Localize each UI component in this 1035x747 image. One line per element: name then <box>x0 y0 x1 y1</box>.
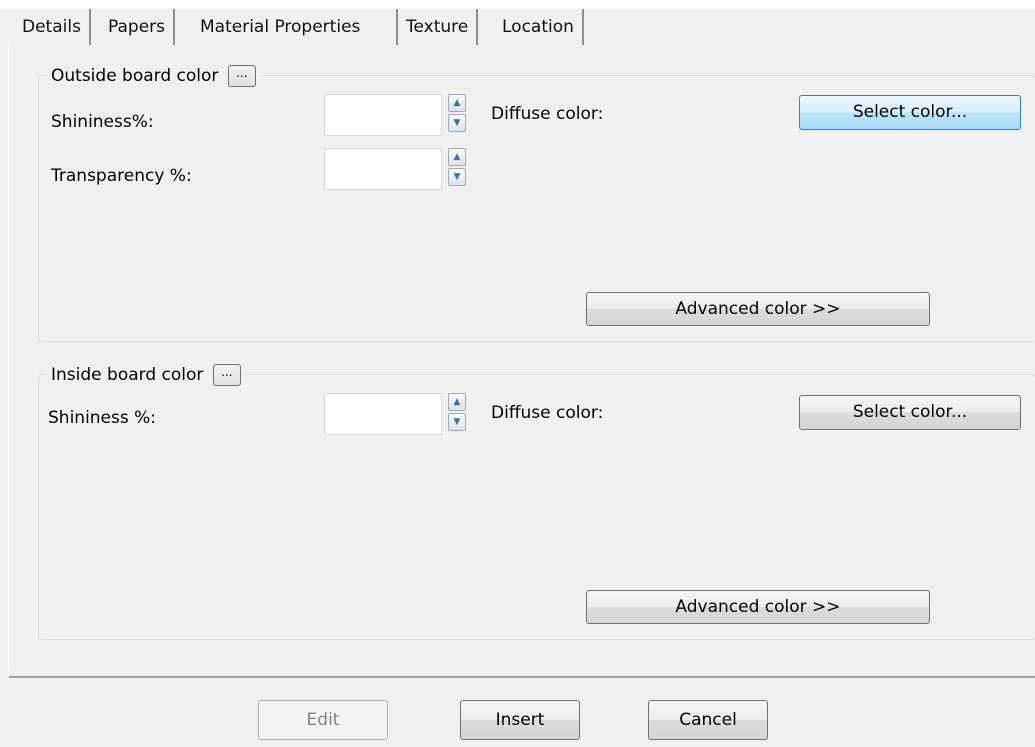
inside-shininess-input[interactable] <box>324 393 442 435</box>
outside-board-color-legend: Outside board color ... <box>47 64 260 88</box>
tab-material-properties[interactable]: Material Properties <box>192 9 369 47</box>
outside-shininess-input[interactable] <box>324 94 442 136</box>
tab-papers[interactable]: Papers <box>100 9 176 45</box>
outside-select-color-button[interactable]: Select color... <box>799 95 1021 130</box>
outside-shininess-label: Shininess%: <box>51 112 154 132</box>
inside-shininess-up-button[interactable]: ▲ <box>448 393 466 411</box>
outside-advanced-color-button[interactable]: Advanced color >> <box>586 292 930 326</box>
top-strip <box>0 0 1035 9</box>
inside-board-color-label: Inside board color <box>51 365 204 385</box>
outside-more-button[interactable]: ... <box>227 65 256 87</box>
inside-shininess-label: Shininess %: <box>48 408 157 428</box>
tab-location[interactable]: Location <box>494 9 584 45</box>
inside-board-color-legend: Inside board color ... <box>47 363 245 387</box>
inside-select-color-button[interactable]: Select color... <box>799 395 1021 430</box>
outside-transparency-label: Transparency %: <box>51 166 192 186</box>
outside-diffuse-color-label: Diffuse color: <box>491 104 604 124</box>
tab-bar: Details Papers Material Properties Textu… <box>0 9 1035 47</box>
outside-shininess-down-button[interactable]: ▼ <box>448 114 466 132</box>
outside-transparency-down-button[interactable]: ▼ <box>448 168 466 186</box>
outside-board-color-label: Outside board color <box>51 66 219 86</box>
cancel-button[interactable]: Cancel <box>648 700 768 740</box>
inside-more-button[interactable]: ... <box>212 364 241 386</box>
insert-button[interactable]: Insert <box>460 700 580 740</box>
tab-content-panel: Outside board color ... Shininess%: ▲ ▼ … <box>8 46 1035 670</box>
outside-transparency-input[interactable] <box>324 148 442 190</box>
edit-button[interactable]: Edit <box>258 700 388 740</box>
outside-transparency-up-button[interactable]: ▲ <box>448 148 466 166</box>
footer-separator <box>9 676 1035 678</box>
inside-diffuse-color-label: Diffuse color: <box>491 403 604 423</box>
outside-shininess-up-button[interactable]: ▲ <box>448 94 466 112</box>
tab-texture[interactable]: Texture <box>396 9 479 45</box>
tab-details[interactable]: Details <box>14 9 91 45</box>
inside-advanced-color-button[interactable]: Advanced color >> <box>586 590 930 624</box>
inside-shininess-down-button[interactable]: ▼ <box>448 413 466 431</box>
